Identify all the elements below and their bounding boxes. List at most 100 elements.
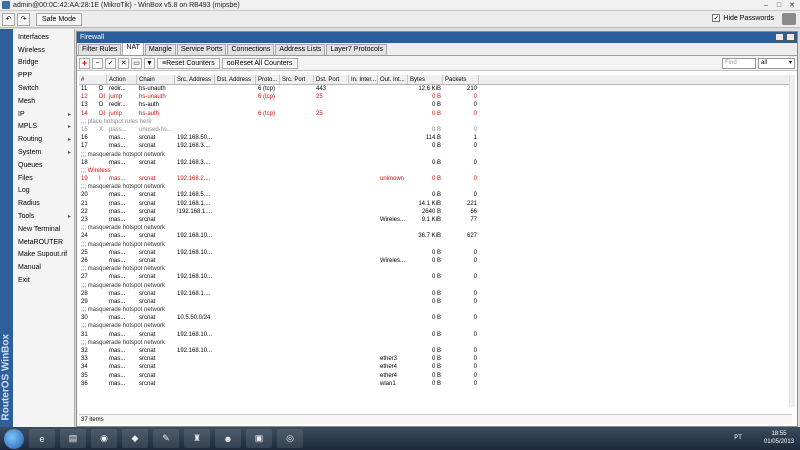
maximize-icon[interactable]: □ — [773, 1, 785, 10]
taskbar-chrome-icon[interactable]: ◉ — [91, 429, 117, 448]
column-header[interactable]: Chain — [137, 75, 175, 84]
taskbar-app-icon[interactable]: ◆ — [122, 429, 148, 448]
table-row[interactable]: 25 mas... srcnat 192.168.10... 0 B 0 — [79, 249, 792, 257]
comment-row[interactable]: ;;; masquerade hotspot network — [79, 151, 792, 159]
table-row[interactable]: 19 Imas... srcnat 192.168.2.... unknown 0 B 0 — [79, 175, 792, 183]
sidebar-item-ip[interactable]: IP ▸ — [15, 108, 74, 121]
table-row[interactable]: 34 mas... srcnat ether4 0 B 0 — [79, 363, 792, 371]
safe-mode-button[interactable]: Safe Mode — [36, 12, 82, 26]
table-row[interactable]: 13 Dredir... hs-auth 0 B 0 — [79, 101, 792, 109]
sidebar-item-mesh[interactable]: Mesh — [15, 95, 74, 108]
column-header[interactable]: # — [79, 75, 107, 84]
comment-row[interactable]: ;;; masquerade hotspot network — [79, 306, 792, 314]
filter-select[interactable]: all ▾ — [758, 58, 795, 69]
tab-filter-rules[interactable]: Filter Rules — [78, 44, 122, 55]
column-header[interactable]: Bytes — [408, 75, 443, 84]
close-icon[interactable] — [786, 33, 795, 41]
undo-button[interactable]: ↶ — [2, 12, 15, 26]
column-header[interactable]: Dst. Address — [215, 75, 256, 84]
sidebar-item-routing[interactable]: Routing ▸ — [15, 133, 74, 146]
add-button[interactable]: + — [79, 57, 90, 69]
table-row[interactable]: 32 mas... srcnat 192.168.10... 0 B 0 — [79, 347, 792, 355]
reset-all-counters-button[interactable]: oo Reset All Counters — [221, 57, 298, 69]
sidebar-item-files[interactable]: Files — [15, 172, 74, 185]
sidebar-item-bridge[interactable]: Bridge — [15, 57, 74, 70]
filter-button[interactable]: ▼ — [144, 57, 155, 69]
comment-row[interactable]: ;;; masquerade hotspot network — [79, 265, 792, 273]
sidebar-item-exit[interactable]: Exit — [15, 274, 74, 287]
comment-row[interactable]: ;;; masquerade hotspot network — [79, 339, 792, 347]
column-header[interactable]: Src. Address — [175, 75, 215, 84]
column-header[interactable]: Src. Port — [280, 75, 314, 84]
table-row[interactable]: 27 mas... srcnat 192.168.10... 0 B 0 — [79, 273, 792, 281]
find-input[interactable]: Find — [722, 58, 756, 69]
tab-connections[interactable]: Connections — [227, 44, 275, 55]
sidebar-item-log[interactable]: Log — [15, 185, 74, 198]
column-header[interactable]: In. Inter... — [349, 75, 378, 84]
tab-mangle[interactable]: Mangle — [144, 44, 176, 55]
table-row[interactable]: 30 mas... srcnat 10.5.50.0/24 0 B 0 — [79, 314, 792, 322]
comment-row[interactable]: ;;; Wireless — [79, 167, 792, 175]
table-row[interactable]: 20 mas... srcnat 192.168.5.... 0 B 0 — [79, 191, 792, 199]
sidebar-item-queues[interactable]: Queues — [15, 159, 74, 172]
taskbar-folder-icon[interactable]: ▣ — [246, 429, 272, 448]
redo-button[interactable]: ↷ — [17, 12, 30, 26]
table-row[interactable]: 15 Xpass... unused-hs... 0 B 0 — [79, 126, 792, 134]
table-row[interactable]: 12 DI jump hs-unauth 6 (tcp) 25 0 B 0 — [79, 93, 792, 101]
table-row[interactable]: 35 mas... srcnat ether4 0 B 0 — [79, 372, 792, 380]
tab-address-lists[interactable]: Address Lists — [275, 44, 326, 55]
table-row[interactable]: 29 mas... srcnat 0 B 0 — [79, 298, 792, 306]
sidebar-item-manual[interactable]: Manual — [15, 261, 74, 274]
sidebar-item-wireless[interactable]: Wireless — [15, 44, 74, 57]
sidebar-item-make-supout-rif[interactable]: Make Supout.rif — [15, 249, 74, 262]
start-button[interactable] — [4, 428, 24, 449]
taskbar-game-icon[interactable]: ♜ — [184, 429, 210, 448]
comment-row[interactable]: ;;; masquerade hotspot network — [79, 183, 792, 191]
vertical-scrollbar[interactable] — [789, 75, 795, 407]
taskbar-ie-icon[interactable]: e — [29, 429, 55, 448]
comment-row[interactable]: ;;; masquerade hotspot network — [79, 241, 792, 249]
table-row[interactable]: 16 mas... srcnat 192.168.50... 114 B 1 — [79, 134, 792, 142]
table-row[interactable]: 28 mas... srcnat 192.168.1.... 0 B 0 — [79, 290, 792, 298]
tab-service-ports[interactable]: Service Ports — [176, 44, 227, 55]
comment-button[interactable]: ▭ — [131, 57, 142, 69]
table-row[interactable]: 11 Dredir... hs-unauth 6 (tcp) 443 12.6 KiB 21… — [79, 85, 792, 93]
table-row[interactable]: 24 mas... srcnat 192.168.10... 36.7 KiB 627 — [79, 232, 792, 240]
sidebar-item-switch[interactable]: Switch — [15, 82, 74, 95]
maximize-icon[interactable] — [775, 33, 784, 41]
table-row[interactable]: 14 DI jump hs-auth 6 (tcp) 25 0 B 0 — [79, 110, 792, 118]
sidebar-item-ppp[interactable]: PPP — [15, 69, 74, 82]
taskbar-explorer-icon[interactable]: ▤ — [60, 429, 86, 448]
table-row[interactable]: 26 mas... srcnat Wireles... 0 B 0 — [79, 257, 792, 265]
taskbar-paint-icon[interactable]: ✎ — [153, 429, 179, 448]
comment-row[interactable]: ;;; masquerade hotspot network — [79, 282, 792, 290]
enable-button[interactable]: ✓ — [105, 57, 116, 69]
language-indicator[interactable]: PT — [734, 435, 742, 441]
sidebar-item-radius[interactable]: Radius — [15, 197, 74, 210]
hide-passwords-toggle[interactable]: ✓ Hide Passwords — [712, 14, 774, 22]
comment-row[interactable]: ;;; masquerade hotspot network — [79, 322, 792, 330]
taskbar-winbox-icon[interactable]: ◎ — [277, 429, 303, 448]
table-row[interactable]: 17 mas... srcnat 192.168.3.... 0 B 0 — [79, 142, 792, 150]
close-icon[interactable]: ✕ — [786, 1, 798, 10]
sidebar-item-metarouter[interactable]: MetaROUTER — [15, 236, 74, 249]
sidebar-item-new-terminal[interactable]: New Terminal — [15, 223, 74, 236]
table-row[interactable]: 23 mas... srcnat Wireles... 9.1 KiB 77 — [79, 216, 792, 224]
table-row[interactable]: 18 mas... srcnat 192.168.3.... 0 B 0 — [79, 159, 792, 167]
sidebar-item-mpls[interactable]: MPLS ▸ — [15, 121, 74, 134]
table-row[interactable]: 22 mas... srcnat !192.168.1.... 2640 B 66 — [79, 208, 792, 216]
sidebar-item-tools[interactable]: Tools ▸ — [15, 210, 74, 223]
column-header[interactable]: Dst. Port — [314, 75, 349, 84]
sidebar-item-system[interactable]: System ▸ — [15, 146, 74, 159]
tab-layer7-protocols[interactable]: Layer7 Protocols — [326, 44, 387, 55]
minimize-icon[interactable]: – — [760, 1, 772, 10]
checkbox-checked-icon[interactable]: ✓ — [712, 14, 721, 22]
column-header[interactable]: Packets — [443, 75, 479, 84]
table-row[interactable]: 33 mas... srcnat ether3 0 B 0 — [79, 355, 792, 363]
table-row[interactable]: 31 mas... srcnat 192.168.10... 0 B 0 — [79, 331, 792, 339]
column-header[interactable]: Proto... — [256, 75, 280, 84]
column-header[interactable]: Action — [107, 75, 137, 84]
table-row[interactable]: 21 mas... srcnat 192.168.1.... 14.1 KiB 221 — [79, 200, 792, 208]
reset-counters-button[interactable]: ≡ Reset Counters — [157, 57, 220, 69]
table-row[interactable]: 36 mas... srcnat wlan1 0 B 0 — [79, 380, 792, 388]
